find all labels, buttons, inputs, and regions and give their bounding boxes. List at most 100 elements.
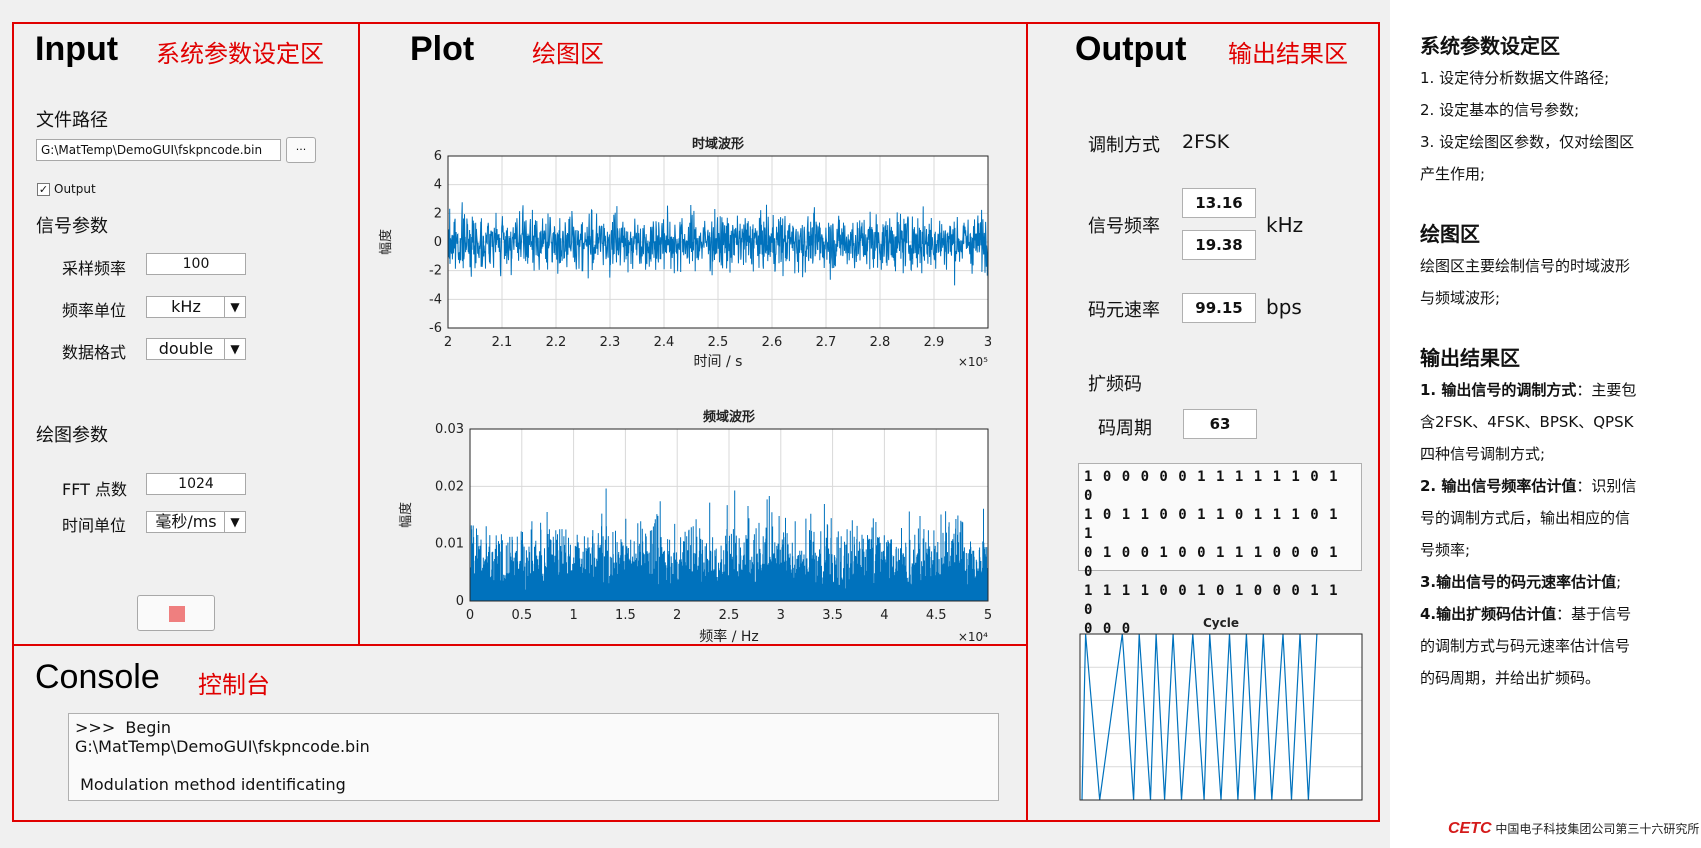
stop-button[interactable] [137,595,215,631]
chevron-down-icon: ▼ [224,339,245,359]
ellipsis-icon: ··· [295,143,307,156]
chevron-down-icon: ▼ [224,512,245,532]
data-format-select[interactable]: double ▼ [146,338,246,360]
notes-item: 2. 设定基本的信号参数; [1420,101,1580,119]
code-line: 0 1 0 0 1 0 0 1 1 1 0 0 0 1 0 [1084,545,1339,580]
x-tick-label: 1.5 [615,608,636,623]
notes-item-text: ：主要包 [1576,381,1637,399]
sample-rate-input[interactable]: 100 [146,253,246,275]
console-title: Console [35,658,160,696]
y-tick-label: 0.01 [435,537,464,552]
app-window: Input 系统参数设定区 Plot 绘图区 Output 输出结果区 Cons… [0,0,1390,848]
notes-item: 1. 输出信号的调制方式：主要包 [1420,374,1670,406]
cetc-brand: CETC [1448,820,1492,837]
notes-item-text: ：识别信 [1576,477,1637,495]
y-tick-label: -4 [429,292,442,307]
freq-label: 信号频率 [1088,216,1160,237]
file-path-input[interactable]: G:\MatTemp\DemoGUI\fskpncode.bin [36,139,281,161]
spread-code-box: 1 0 0 0 0 0 1 1 1 1 1 1 0 1 0 1 0 1 1 0 … [1078,463,1362,637]
x-tick-label: 2.9 [924,335,945,350]
chart-title: 时域波形 [692,136,744,152]
stop-icon [169,606,185,622]
x-tick-label: 1 [569,608,577,623]
x-tick-label: 0 [466,608,474,623]
code-line: 1 0 1 1 0 0 1 1 0 1 1 1 0 1 1 [1084,507,1339,542]
notes-item-text: 的调制方式与码元速率估计信号 [1420,637,1631,655]
y-tick-label: 0 [456,594,464,609]
y-tick-label: 0.02 [435,479,464,494]
notes-output-list: 1. 输出信号的调制方式：主要包 含2FSK、4FSK、BPSK、QPSK 四种信号… [1420,374,1670,694]
baud-unit: bps [1266,295,1302,319]
notes-item-text: 号频率; [1420,541,1471,559]
notes-item: 四种信号调制方式; [1420,438,1670,470]
notes-item: 3. 设定绘图区参数，仅对绘图区 [1420,133,1635,151]
x-axis-label: 频率 / Hz [699,628,759,644]
logo-text: 中国电子科技集团公司第三十六研究所 [1495,822,1700,836]
notes-item-text: 四种信号调制方式; [1420,445,1546,463]
x-tick-label: 2 [444,335,452,350]
notes-item: 含2FSK、4FSK、BPSK、QPSK [1420,406,1670,438]
plot-background [1080,634,1362,800]
input-title: Input [35,30,119,68]
notes-item: 号的调制方式后，输出相应的信 [1420,502,1670,534]
browse-button[interactable]: ··· [286,137,316,163]
fft-label: FFT 点数 [62,480,127,499]
notes-input-heading: 系统参数设定区 [1420,34,1560,58]
notes-item-bold: 2. 输出信号频率估计值 [1420,477,1577,495]
plot-params-label: 绘图参数 [36,425,108,446]
data-format-label: 数据格式 [62,343,127,362]
plot-area: 时域波形 2 2.1 2.2 2.3 2.4 2.5 2.6 2.7 2.8 2.9 3 6 4 2 0 -2 -… [378,136,992,644]
output-checkbox[interactable]: ✓ [37,183,50,196]
notes-item: 的调制方式与码元速率估计信号 [1420,630,1670,662]
time-unit-label: 时间单位 [62,516,127,535]
output-checkbox-label: Output [54,182,96,196]
chart-title: 频域波形 [703,409,755,425]
notes-item: 绘图区主要绘制信号的时域波形 [1420,257,1631,275]
checkmark-icon: ✓ [38,183,49,196]
x-tick-label: 0.5 [511,608,532,623]
x-tick-label: 3.5 [822,608,843,623]
x-tick-label: 2.6 [762,335,783,350]
freq-unit-select[interactable]: kHz ▼ [146,296,246,318]
x-tick-label: 2.3 [600,335,621,350]
code-line: 1 0 0 0 0 0 1 1 1 1 1 1 0 1 0 [1084,469,1339,504]
cetc-logo: CETC 中国电子科技集团公司第三十六研究所 [1448,820,1699,838]
freq2-output: 19.38 [1182,230,1256,260]
baud-label: 码元速率 [1088,300,1160,321]
y-tick-label: -6 [429,321,442,336]
fft-input[interactable]: 1024 [146,473,246,495]
chart-title: Cycle [1203,616,1239,630]
y-tick-label: 4 [434,178,442,193]
notes-item-bold: 1. 输出信号的调制方式 [1420,381,1577,399]
x-tick-label: 2.1 [492,335,513,350]
freq-unit-label: 频率单位 [62,301,127,320]
y-tick-label: 0.03 [435,422,464,437]
time-unit-select[interactable]: 毫秒/ms ▼ [146,511,246,533]
sample-rate-label: 采样频率 [62,259,127,278]
code-period-label: 码周期 [1098,418,1152,439]
x-exponent: ×10⁵ [958,355,988,369]
freq1-output: 13.16 [1182,188,1256,218]
console-subtitle: 控制台 [198,671,270,699]
y-axis-label: 幅度 [378,229,394,255]
y-tick-label: 0 [434,235,442,250]
baud-output: 99.15 [1182,293,1256,323]
chevron-down-icon: ▼ [224,297,245,317]
x-exponent: ×10⁴ [958,630,988,644]
x-tick-label: 2 [673,608,681,623]
notes-item: 1. 设定待分析数据文件路径; [1420,69,1610,87]
spread-code-label: 扩频码 [1088,374,1142,395]
notes-output-heading: 输出结果区 [1420,346,1520,370]
x-tick-label: 4.5 [926,608,947,623]
freq-unit-value: kHz [171,297,201,316]
x-tick-label: 2.8 [870,335,891,350]
console-output: >>> Begin G:\MatTemp\DemoGUI\fskpncode.b… [68,713,999,801]
y-tick-label: 6 [434,149,442,164]
modulation-value: 2FSK [1182,131,1230,153]
console-line: Modulation method identificating [75,775,346,794]
cycle-plot: Cycle [1079,616,1363,801]
x-tick-label: 2.5 [708,335,729,350]
notes-item-text: ：基于信号 [1556,605,1632,623]
data-format-value: double [158,339,214,358]
